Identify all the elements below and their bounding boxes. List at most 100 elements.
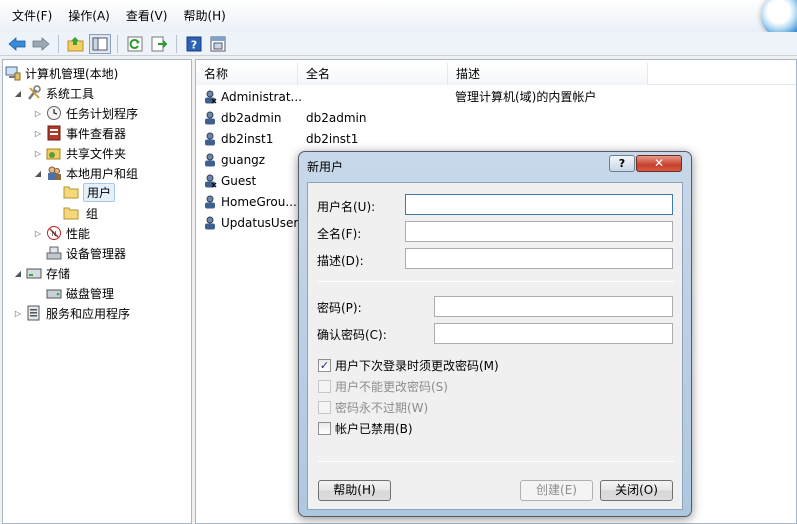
checkbox-icon[interactable] bbox=[318, 421, 331, 435]
cannot-change-password-checkbox: 用户不能更改密码(S) bbox=[318, 377, 448, 395]
tree-item-disk-management[interactable]: 磁盘管理 bbox=[46, 283, 114, 303]
list-item[interactable]: db2inst1 db2inst1 bbox=[196, 129, 796, 150]
user-icon bbox=[205, 153, 215, 167]
account-disabled-checkbox[interactable]: 帐户已禁用(B) bbox=[318, 419, 413, 437]
tree-item-system-tools[interactable]: ◢ 系统工具 bbox=[13, 83, 94, 103]
tree-item-users[interactable]: 用户 bbox=[63, 182, 116, 202]
close-button[interactable]: 关闭(O) bbox=[600, 480, 673, 501]
tree-label: 组 bbox=[86, 206, 99, 221]
dialog-close-button[interactable]: ✕ bbox=[636, 155, 682, 172]
user-fullname: db2inst1 bbox=[306, 132, 359, 146]
confirm-password-input[interactable] bbox=[434, 323, 673, 344]
checkbox-checked-icon[interactable]: ✓ bbox=[318, 358, 331, 372]
properties-icon[interactable] bbox=[207, 34, 229, 54]
list-item[interactable]: db2admin db2admin bbox=[196, 108, 796, 129]
forward-arrow-icon[interactable] bbox=[30, 34, 52, 54]
create-button[interactable]: 创建(E) bbox=[520, 480, 593, 501]
user-icon bbox=[205, 111, 215, 125]
must-change-password-checkbox[interactable]: ✓ 用户下次登录时须更改密码(M) bbox=[318, 356, 499, 374]
export-list-icon[interactable] bbox=[148, 34, 170, 54]
tree-item-device-manager[interactable]: 设备管理器 bbox=[46, 243, 126, 263]
username-input[interactable] bbox=[405, 194, 673, 215]
toolbar: ? bbox=[0, 32, 797, 56]
collapse-arrow-icon[interactable]: ◢ bbox=[33, 169, 43, 178]
clock-icon bbox=[46, 105, 62, 121]
password-input[interactable] bbox=[434, 296, 673, 317]
checkbox-label: 帐户已禁用(B) bbox=[335, 421, 413, 436]
up-folder-icon[interactable] bbox=[65, 34, 87, 54]
expand-arrow-icon[interactable]: ▷ bbox=[33, 129, 43, 138]
folder-icon bbox=[63, 205, 79, 221]
tree-item-event-viewer[interactable]: ▷ 事件查看器 bbox=[33, 123, 126, 143]
computer-management-icon bbox=[5, 65, 21, 81]
description-label: 描述(D): bbox=[317, 254, 364, 268]
tree-label: 存储 bbox=[46, 266, 71, 281]
tree-label: 磁盘管理 bbox=[66, 286, 115, 301]
tree-label: 系统工具 bbox=[46, 86, 95, 101]
user-icon bbox=[205, 216, 215, 230]
tree-item-groups[interactable]: 组 bbox=[63, 203, 98, 223]
column-header-fullname[interactable]: 全名 bbox=[298, 63, 448, 85]
user-icon bbox=[205, 90, 217, 104]
tree-label: 任务计划程序 bbox=[66, 106, 139, 121]
fullname-input[interactable] bbox=[405, 221, 673, 242]
help-button[interactable]: 帮助(H) bbox=[318, 480, 391, 501]
expand-arrow-icon[interactable]: ▷ bbox=[13, 309, 23, 318]
user-description: 管理计算机(域)的内置帐户 bbox=[455, 90, 597, 104]
event-viewer-icon bbox=[46, 125, 62, 141]
show-hide-tree-icon[interactable] bbox=[89, 33, 111, 54]
tree-item-performance[interactable]: ▷ N 性能 bbox=[33, 223, 90, 243]
dialog-help-button[interactable]: ? bbox=[609, 155, 635, 172]
checkbox-icon bbox=[318, 379, 331, 393]
user-name: db2inst1 bbox=[221, 132, 274, 146]
tree-label: 共享文件夹 bbox=[66, 146, 127, 161]
expand-arrow-icon[interactable]: ▷ bbox=[33, 109, 43, 118]
user-icon bbox=[205, 132, 215, 146]
user-name: Guest bbox=[221, 174, 257, 188]
description-input[interactable] bbox=[405, 248, 673, 269]
menu-help[interactable]: 帮助(H) bbox=[175, 0, 233, 32]
console-tree: 计算机管理(本地) ◢ 系统工具 ▷ 任务计划程序 ▷ 事件查看器 ▷ 共享文件… bbox=[2, 59, 192, 524]
device-manager-icon bbox=[46, 245, 62, 261]
shared-folder-icon bbox=[46, 145, 62, 161]
username-label: 用户名(U): bbox=[317, 200, 376, 214]
password-never-expires-checkbox: 密码永不过期(W) bbox=[318, 398, 428, 416]
tree-label: 事件查看器 bbox=[66, 126, 127, 141]
menu-action[interactable]: 操作(A) bbox=[60, 0, 118, 32]
tree-item-root[interactable]: 计算机管理(本地) bbox=[5, 63, 118, 83]
tree-item-services-apps[interactable]: ▷ 服务和应用程序 bbox=[13, 303, 130, 323]
expand-arrow-icon[interactable]: ▷ bbox=[33, 229, 43, 238]
tree-item-storage[interactable]: ◢ 存储 bbox=[13, 263, 70, 283]
tree-item-task-scheduler[interactable]: ▷ 任务计划程序 bbox=[33, 103, 138, 123]
collapse-arrow-icon[interactable]: ◢ bbox=[13, 269, 23, 278]
menu-file[interactable]: 文件(F) bbox=[4, 0, 60, 32]
dialog-title: 新用户 bbox=[307, 160, 344, 174]
menu-view[interactable]: 查看(V) bbox=[118, 0, 176, 32]
dialog-body: 用户名(U): 全名(F): 描述(D): 密码(P): 确认密码(C): ✓ … bbox=[307, 182, 683, 510]
tree-label: 性能 bbox=[66, 226, 91, 241]
refresh-icon[interactable] bbox=[124, 34, 146, 54]
disk-icon bbox=[46, 285, 62, 301]
checkbox-label: 用户下次登录时须更改密码(M) bbox=[335, 358, 499, 373]
user-name: db2admin bbox=[221, 111, 282, 125]
column-header-description[interactable]: 描述 bbox=[448, 63, 648, 85]
back-arrow-icon[interactable] bbox=[6, 34, 28, 54]
user-icon bbox=[205, 195, 215, 209]
expand-arrow-icon[interactable]: ▷ bbox=[33, 149, 43, 158]
collapse-arrow-icon[interactable]: ◢ bbox=[13, 89, 23, 98]
tree-label: 用户 bbox=[83, 182, 116, 202]
toolbar-separator bbox=[176, 34, 177, 53]
svg-text:N: N bbox=[51, 230, 56, 238]
user-name: Administrat... bbox=[221, 90, 302, 104]
user-name: HomeGrou... bbox=[221, 195, 297, 209]
tree-item-shared-folders[interactable]: ▷ 共享文件夹 bbox=[33, 143, 126, 163]
tree-label: 计算机管理(本地) bbox=[25, 66, 119, 81]
list-item[interactable]: Administrat... 管理计算机(域)的内置帐户 bbox=[196, 87, 796, 108]
column-header-name[interactable]: 名称 bbox=[196, 63, 298, 85]
toolbar-separator bbox=[117, 34, 118, 53]
divider bbox=[318, 461, 674, 462]
disabled-user-icon bbox=[205, 174, 217, 188]
tree-item-local-users-groups[interactable]: ◢ 本地用户和组 bbox=[33, 163, 138, 183]
help-icon[interactable]: ? bbox=[183, 34, 205, 54]
user-name: UpdatusUser bbox=[221, 216, 299, 230]
